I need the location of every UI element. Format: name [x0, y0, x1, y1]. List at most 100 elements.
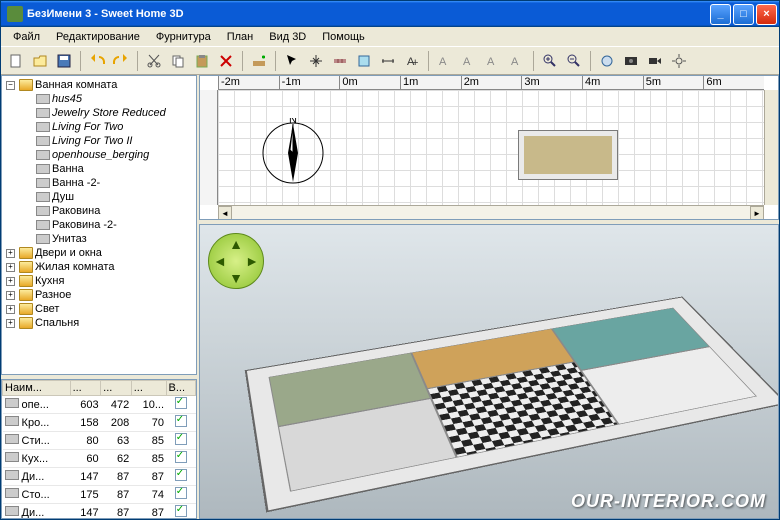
- text-icon[interactable]: A+: [401, 50, 423, 72]
- tree-category[interactable]: + Кухня: [2, 274, 196, 288]
- table-row[interactable]: Кро...15820870: [3, 414, 196, 432]
- tree-item[interactable]: Унитаз: [2, 232, 196, 246]
- tree-item[interactable]: Ванна: [2, 162, 196, 176]
- collapse-icon[interactable]: −: [6, 81, 15, 90]
- select-icon[interactable]: [281, 50, 303, 72]
- table-row[interactable]: Сто...1758774: [3, 486, 196, 504]
- visible-checkbox[interactable]: [175, 433, 187, 445]
- plan-vscrollbar[interactable]: [764, 90, 778, 205]
- minimize-button[interactable]: _: [710, 4, 731, 25]
- tree-item[interactable]: openhouse_berging: [2, 148, 196, 162]
- text4-icon[interactable]: A: [482, 50, 504, 72]
- paste-icon[interactable]: [191, 50, 213, 72]
- expand-icon[interactable]: +: [6, 249, 15, 258]
- pan-icon[interactable]: [305, 50, 327, 72]
- tree-item[interactable]: Living For Two II: [2, 134, 196, 148]
- table-row[interactable]: Ди...1478787: [3, 504, 196, 520]
- nav-up-icon[interactable]: ▲: [229, 236, 243, 252]
- tree-root-node[interactable]: − Ванная комната: [2, 78, 196, 92]
- scroll-left-icon[interactable]: ◄: [218, 206, 232, 220]
- expand-icon[interactable]: +: [6, 291, 15, 300]
- tree-category[interactable]: + Двери и окна: [2, 246, 196, 260]
- maximize-button[interactable]: □: [733, 4, 754, 25]
- mini-floorplan[interactable]: [518, 130, 618, 180]
- 3d-nav-pad[interactable]: ▲ ▼ ◄ ►: [208, 233, 264, 289]
- menu-edit[interactable]: Редактирование: [48, 29, 148, 45]
- table-row[interactable]: опе...60347210...: [3, 396, 196, 414]
- menu-plan[interactable]: План: [219, 29, 262, 45]
- tree-category[interactable]: + Разное: [2, 288, 196, 302]
- tree-item[interactable]: Душ: [2, 190, 196, 204]
- menu-file[interactable]: Файл: [5, 29, 48, 45]
- plan-hscrollbar[interactable]: ◄ ►: [218, 205, 764, 219]
- nav-down-icon[interactable]: ▼: [229, 270, 243, 286]
- text3-icon[interactable]: A: [458, 50, 480, 72]
- column-header[interactable]: Наим...: [3, 381, 71, 396]
- nav-icon[interactable]: [596, 50, 618, 72]
- 3d-view[interactable]: ▲ ▼ ◄ ► OUR-INTERIOR.COM: [199, 224, 779, 519]
- folder-icon: [19, 303, 33, 315]
- tree-item[interactable]: Living For Two: [2, 120, 196, 134]
- menu-furniture[interactable]: Фурнитура: [148, 29, 219, 45]
- photo-icon[interactable]: [620, 50, 642, 72]
- dimension-icon[interactable]: [377, 50, 399, 72]
- tree-category[interactable]: + Жилая комната: [2, 260, 196, 274]
- add-furniture-icon[interactable]: [248, 50, 270, 72]
- table-row[interactable]: Сти...806385: [3, 432, 196, 450]
- plan-grid[interactable]: N: [218, 90, 764, 205]
- table-row[interactable]: Ди...1478787: [3, 468, 196, 486]
- column-header[interactable]: В...: [166, 381, 195, 396]
- tree-item[interactable]: hus45: [2, 92, 196, 106]
- redo-icon[interactable]: [110, 50, 132, 72]
- nav-right-icon[interactable]: ►: [245, 253, 259, 269]
- catalog-tree[interactable]: − Ванная комната hus45 Jewelry Store Red…: [1, 75, 197, 375]
- menu-3dview[interactable]: Вид 3D: [261, 29, 314, 45]
- app-icon: [7, 6, 23, 22]
- tree-item[interactable]: Раковина: [2, 204, 196, 218]
- expand-icon[interactable]: +: [6, 263, 15, 272]
- visible-checkbox[interactable]: [175, 451, 187, 463]
- cut-icon[interactable]: [143, 50, 165, 72]
- visible-checkbox[interactable]: [175, 505, 187, 517]
- scroll-track[interactable]: [232, 206, 750, 219]
- plan-view[interactable]: -2m-1m0m1m2m3m4m5m6m N ◄ ►: [199, 75, 779, 220]
- wall-icon[interactable]: [329, 50, 351, 72]
- column-header[interactable]: ...: [70, 381, 101, 396]
- text5-icon[interactable]: A: [506, 50, 528, 72]
- toolbar: A+ A A A A: [1, 47, 779, 75]
- compass-icon[interactable]: N: [258, 118, 328, 188]
- copy-icon[interactable]: [167, 50, 189, 72]
- undo-icon[interactable]: [86, 50, 108, 72]
- zoom-in-icon[interactable]: [539, 50, 561, 72]
- column-header[interactable]: ...: [101, 381, 132, 396]
- zoom-out-icon[interactable]: [563, 50, 585, 72]
- expand-icon[interactable]: +: [6, 277, 15, 286]
- tree-category[interactable]: + Спальня: [2, 316, 196, 330]
- menu-help[interactable]: Помощь: [314, 29, 373, 45]
- scroll-right-icon[interactable]: ►: [750, 206, 764, 220]
- expand-icon[interactable]: +: [6, 319, 15, 328]
- furniture-table[interactable]: Наим............В... опе...60347210... К…: [1, 379, 197, 519]
- tree-item[interactable]: Jewelry Store Reduced: [2, 106, 196, 120]
- video-icon[interactable]: [644, 50, 666, 72]
- room-icon[interactable]: [353, 50, 375, 72]
- tree-item[interactable]: Раковина -2-: [2, 218, 196, 232]
- column-header[interactable]: ...: [131, 381, 166, 396]
- tree-item[interactable]: Ванна -2-: [2, 176, 196, 190]
- visible-checkbox[interactable]: [175, 487, 187, 499]
- new-icon[interactable]: [5, 50, 27, 72]
- close-button[interactable]: ×: [756, 4, 777, 25]
- visible-checkbox[interactable]: [175, 397, 187, 409]
- prefs-icon[interactable]: [668, 50, 690, 72]
- visible-checkbox[interactable]: [175, 469, 187, 481]
- titlebar[interactable]: БезИмени 3 - Sweet Home 3D _ □ ×: [1, 1, 779, 27]
- save-icon[interactable]: [53, 50, 75, 72]
- table-row[interactable]: Кух...606285: [3, 450, 196, 468]
- delete-icon[interactable]: [215, 50, 237, 72]
- tree-category[interactable]: + Свет: [2, 302, 196, 316]
- visible-checkbox[interactable]: [175, 415, 187, 427]
- nav-left-icon[interactable]: ◄: [213, 253, 227, 269]
- text2-icon[interactable]: A: [434, 50, 456, 72]
- open-icon[interactable]: [29, 50, 51, 72]
- expand-icon[interactable]: +: [6, 305, 15, 314]
